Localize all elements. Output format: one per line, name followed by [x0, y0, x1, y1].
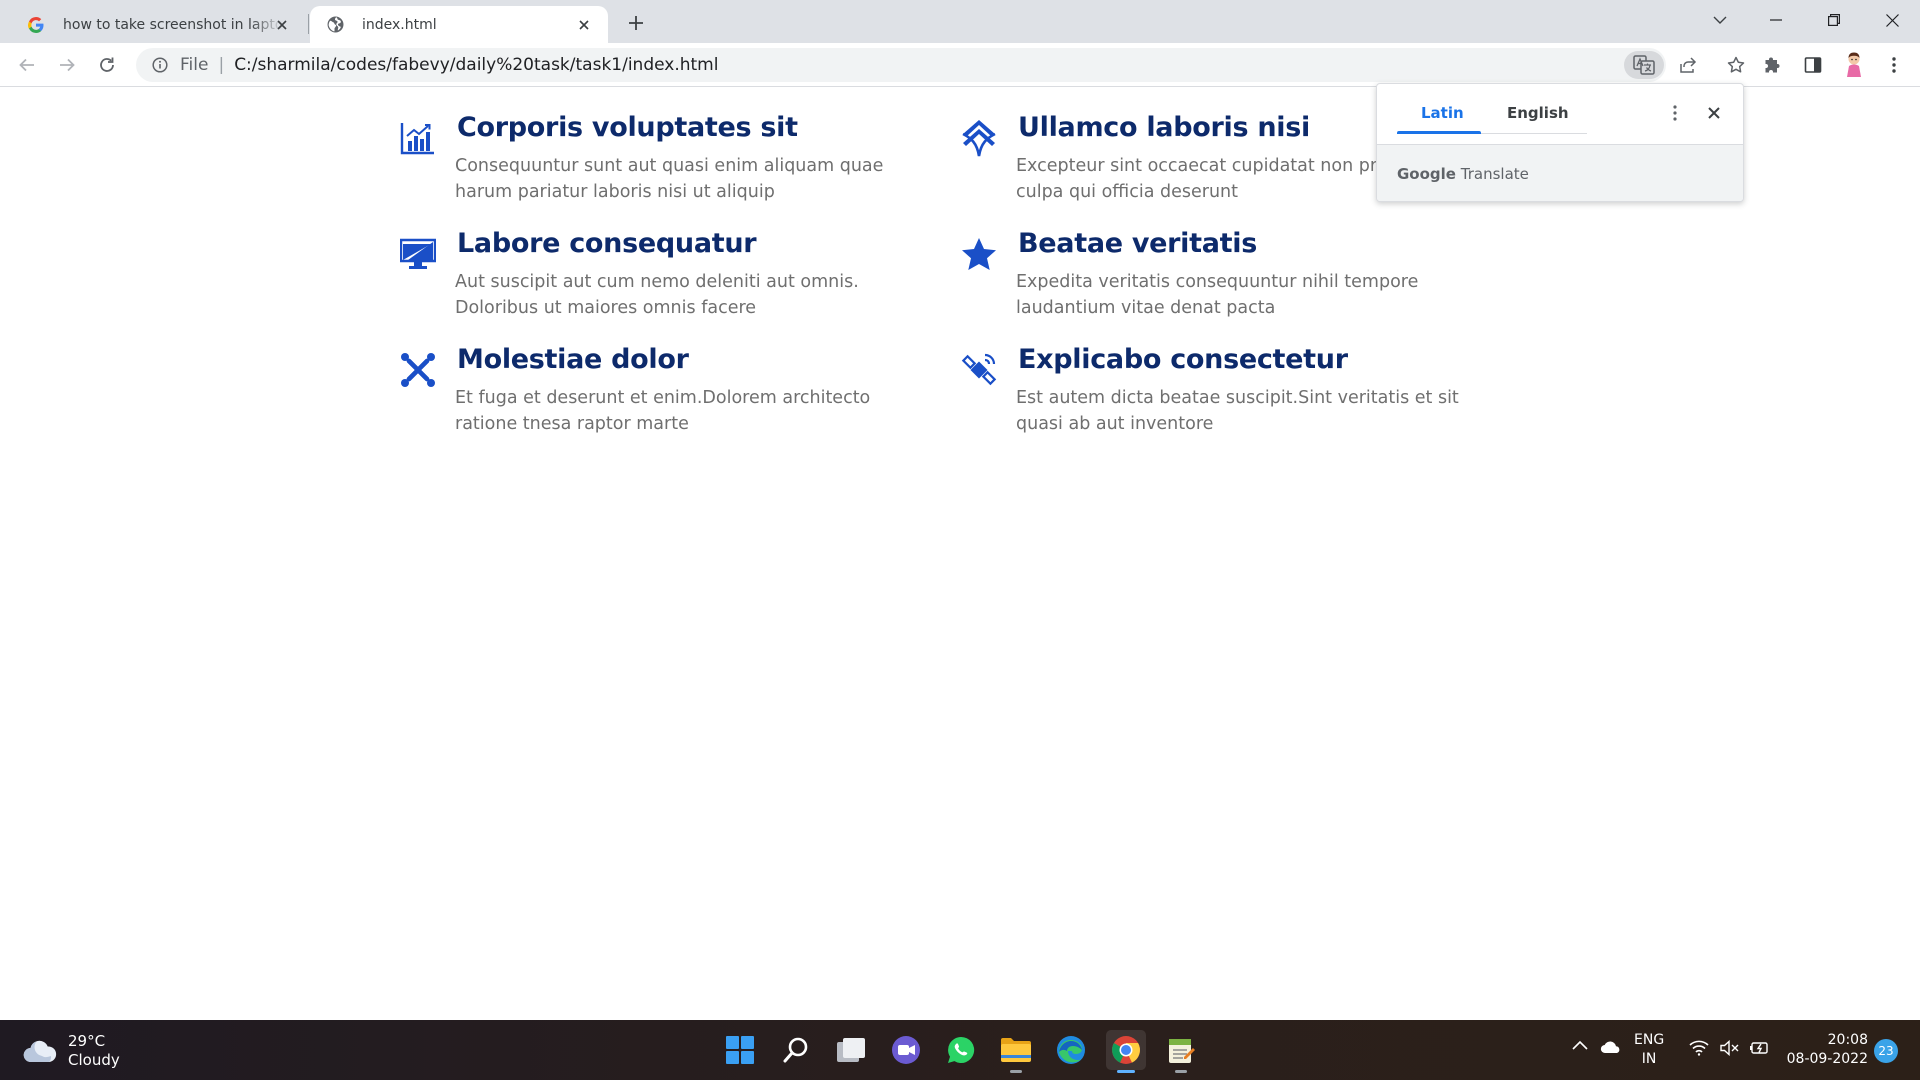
weather-condition: Cloudy: [68, 1051, 120, 1069]
feature-title: Molestiae dolor: [457, 344, 689, 375]
translate-icon[interactable]: [1624, 51, 1664, 79]
task-view-icon[interactable]: [831, 1030, 871, 1070]
speaker-muted-icon[interactable]: [1718, 1040, 1740, 1056]
tab-separator: [308, 14, 309, 34]
layers-icon: [959, 118, 999, 158]
chrome-menu-icon[interactable]: [1880, 51, 1908, 79]
joomla-icon: [398, 350, 438, 390]
back-button[interactable]: [12, 50, 42, 80]
input-language-indicator[interactable]: ENG IN: [1634, 1031, 1664, 1069]
url-text[interactable]: C:/sharmila/codes/fabevy/daily%20task/ta…: [234, 55, 718, 75]
translate-footer: Google Translate: [1377, 144, 1743, 201]
more-options-icon[interactable]: [1663, 101, 1687, 125]
search-icon[interactable]: [776, 1030, 816, 1070]
reload-button[interactable]: [92, 50, 122, 80]
feature-title: Beatae veritatis: [1018, 228, 1257, 259]
browser-tab-strip: how to take screenshot in laptop index.h…: [0, 0, 1920, 43]
restore-button[interactable]: [1808, 0, 1860, 40]
tab-google-search[interactable]: how to take screenshot in laptop: [10, 6, 306, 43]
share-icon[interactable]: [1674, 51, 1702, 79]
clock-date: 08-09-2022: [1786, 1051, 1868, 1067]
monitor-icon: [398, 234, 438, 274]
chrome-icon[interactable]: [1106, 1030, 1146, 1073]
bar-chart-icon: [398, 118, 438, 158]
feature-title: Corporis voluptates sit: [457, 112, 798, 143]
teams-chat-icon[interactable]: [886, 1030, 926, 1070]
tab-index-html[interactable]: index.html: [310, 6, 608, 43]
extensions-puzzle-icon[interactable]: [1759, 51, 1787, 79]
feature-description: Consequuntur sunt aut quasi enim aliquam…: [455, 156, 884, 202]
tab-title: index.html: [362, 16, 437, 33]
running-indicator: [1010, 1070, 1022, 1073]
satellite-icon: [959, 350, 999, 390]
active-tab-indicator: [1397, 131, 1481, 134]
close-icon[interactable]: [1702, 101, 1726, 125]
whatsapp-icon[interactable]: [941, 1030, 981, 1070]
translate-popup: Latin English Google Translate: [1376, 83, 1744, 202]
battery-charging-icon[interactable]: [1748, 1040, 1770, 1056]
minimize-button[interactable]: [1750, 0, 1802, 40]
weather-temperature: 29°C: [68, 1032, 106, 1050]
tab-source-language[interactable]: Latin: [1421, 104, 1464, 122]
running-indicator: [1175, 1070, 1187, 1073]
omnibox-divider: |: [218, 55, 225, 75]
feature-description: Aut suscipit aut cum nemo deleniti aut o…: [455, 272, 859, 318]
browser-toolbar: File | C:/sharmila/codes/fabevy/daily%20…: [0, 43, 1920, 87]
globe-icon: [326, 16, 344, 34]
forward-button[interactable]: [52, 50, 82, 80]
show-hidden-icons-chevron-icon[interactable]: [1570, 1040, 1590, 1050]
tab-search-chevron-icon[interactable]: [1694, 0, 1746, 40]
google-g-icon: [27, 16, 45, 34]
feature-description: Et fuga et deserunt et enim.Dolorem arch…: [455, 388, 871, 434]
info-icon[interactable]: [150, 55, 170, 75]
system-clock[interactable]: 20:08 08-09-2022: [1782, 1031, 1868, 1069]
edge-icon[interactable]: [1051, 1030, 1091, 1070]
google-translate-brand: Google Translate: [1397, 165, 1529, 183]
running-indicator: [1117, 1070, 1135, 1073]
feature-title: Ullamco laboris nisi: [1018, 112, 1310, 143]
feature-title: Labore consequatur: [457, 228, 757, 259]
clock-time: 20:08: [1827, 1032, 1868, 1048]
scheme-label: File: [180, 55, 209, 75]
tab-target-language[interactable]: English: [1507, 104, 1569, 122]
side-panel-icon[interactable]: [1799, 51, 1827, 79]
notepad-app-icon[interactable]: [1161, 1030, 1201, 1073]
close-tab-icon[interactable]: [272, 15, 292, 35]
cloud-icon: [23, 1040, 57, 1063]
feature-title: Explicabo consectetur: [1018, 344, 1348, 375]
file-explorer-icon[interactable]: [996, 1030, 1036, 1073]
bookmark-star-icon[interactable]: [1722, 51, 1750, 79]
address-bar[interactable]: File | C:/sharmila/codes/fabevy/daily%20…: [136, 48, 1745, 82]
weather-widget[interactable]: 29°C Cloudy: [22, 1032, 120, 1070]
new-tab-button[interactable]: [622, 9, 650, 37]
windows-taskbar: 29°C Cloudy ENG IN 20:08 08-09-2022 23: [0, 1020, 1920, 1080]
close-tab-icon[interactable]: [574, 15, 594, 35]
wifi-icon[interactable]: [1688, 1040, 1710, 1056]
feature-description: Expedita veritatis consequuntur nihil te…: [1016, 272, 1419, 318]
star-icon: [959, 234, 999, 274]
start-icon[interactable]: [720, 1030, 760, 1070]
feature-description: Est autem dicta beatae suscipit.Sint ver…: [1016, 388, 1459, 434]
close-window-button[interactable]: [1866, 0, 1918, 40]
tab-title: how to take screenshot in laptop: [63, 16, 283, 33]
profile-avatar-icon[interactable]: [1840, 51, 1868, 79]
onedrive-cloud-icon[interactable]: [1600, 1040, 1622, 1054]
notification-count-badge[interactable]: 23: [1874, 1039, 1898, 1063]
